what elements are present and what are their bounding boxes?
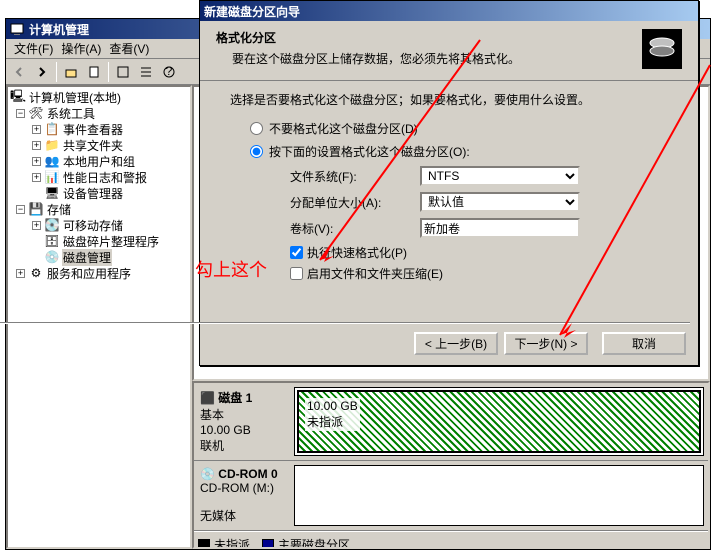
disk-icon: 💿 (44, 249, 60, 265)
expand-icon[interactable]: + (32, 125, 41, 134)
expand-icon[interactable]: + (32, 173, 41, 182)
removable-icon: 💽 (44, 217, 60, 233)
storage-icon: 💾 (28, 201, 44, 217)
radio-no-format[interactable]: 不要格式化这个磁盘分区(D) (250, 120, 668, 137)
cdrom-icon: 💿 (200, 467, 215, 481)
expand-icon[interactable]: + (16, 269, 25, 278)
cancel-button[interactable]: 取消 (602, 332, 686, 355)
quick-format-row[interactable]: 执行快速格式化(P) (290, 244, 668, 261)
collapse-icon[interactable]: − (16, 205, 25, 214)
quick-format-checkbox[interactable] (290, 246, 303, 259)
expand-icon[interactable]: + (32, 157, 41, 166)
disk-1-segment[interactable]: 10.00 GB 未指派 (297, 390, 701, 453)
volume-label-input[interactable] (420, 218, 580, 238)
list-button[interactable] (135, 61, 157, 83)
back-button[interactable]: < 上一步(B) (414, 332, 498, 355)
menu-view[interactable]: 查看(V) (105, 38, 153, 59)
tree-root[interactable]: 🖳计算机管理(本地) (10, 89, 188, 105)
tree-perf-logs[interactable]: +📊性能日志和警报 (10, 169, 188, 185)
compress-checkbox[interactable] (290, 267, 303, 280)
app-icon (9, 21, 25, 37)
alloc-select[interactable]: 默认值 (420, 192, 580, 212)
forward-button[interactable] (31, 61, 53, 83)
back-button[interactable] (8, 61, 30, 83)
new-partition-wizard-dialog: 新建磁盘分区向导 格式化分区 要在这个磁盘分区上储存数据，您必须先将其格式化。 … (199, 0, 699, 366)
radio-yes-format[interactable]: 按下面的设置格式化这个磁盘分区(O): (250, 143, 668, 160)
tools-icon: 🛠 (28, 105, 44, 121)
event-icon: 📋 (44, 121, 60, 137)
expand-icon[interactable]: + (32, 221, 41, 230)
svg-text:?: ? (166, 65, 173, 78)
filesystem-select[interactable]: NTFS (420, 166, 580, 186)
annotation-text: 勾上这个 (195, 256, 267, 282)
tree-device-mgr[interactable]: 🖥设备管理器 (10, 185, 188, 201)
menu-file[interactable]: 文件(F) (10, 38, 57, 59)
radio-no-format-input[interactable] (250, 122, 263, 135)
next-button[interactable]: 下一步(N) > (504, 332, 588, 355)
alloc-row: 分配单位大小(A): 默认值 (290, 192, 668, 212)
defrag-icon: 🗄 (44, 233, 60, 249)
legend-unalloc-box (198, 539, 210, 550)
dialog-body: 选择是否要格式化这个磁盘分区；如果要格式化，要使用什么设置。 不要格式化这个磁盘… (200, 81, 698, 296)
up-button[interactable] (60, 61, 82, 83)
dialog-buttons: < 上一步(B) 下一步(N) > 取消 (414, 332, 686, 355)
disk-1-row[interactable]: ⬛ 磁盘 1 基本 10.00 GB 联机 10.00 GB 未指派 (194, 383, 708, 461)
properties-button[interactable] (83, 61, 105, 83)
refresh-button[interactable] (112, 61, 134, 83)
cdrom-row[interactable]: 💿 CD-ROM 0 CD-ROM (M:) 无媒体 (194, 461, 708, 531)
device-icon: 🖥 (44, 185, 60, 201)
folder-icon: 📁 (44, 137, 60, 153)
disk-wizard-icon (642, 29, 682, 69)
disk-1-graphic[interactable]: 10.00 GB 未指派 (294, 387, 704, 456)
legend-primary-box (262, 539, 274, 550)
cdrom-graphic[interactable] (294, 465, 704, 526)
disk-1-info: ⬛ 磁盘 1 基本 10.00 GB 联机 (198, 387, 294, 456)
dialog-subheading: 要在这个磁盘分区上储存数据，您必须先将其格式化。 (232, 50, 642, 67)
help-button[interactable]: ? (158, 61, 180, 83)
menu-action[interactable]: 操作(A) (57, 38, 105, 59)
radio-yes-format-input[interactable] (250, 145, 263, 158)
tree-pane[interactable]: 🖳计算机管理(本地) −🛠系统工具 +📋事件查看器 +📁共享文件夹 +👥本地用户… (6, 85, 192, 549)
tree-services[interactable]: +⚙服务和应用程序 (10, 265, 188, 281)
dialog-title: 新建磁盘分区向导 (204, 3, 300, 20)
tree-local-users[interactable]: +👥本地用户和组 (10, 153, 188, 169)
computer-icon: 🖳 (10, 89, 26, 105)
cdrom-info: 💿 CD-ROM 0 CD-ROM (M:) 无媒体 (198, 465, 294, 526)
users-icon: 👥 (44, 153, 60, 169)
filesystem-row: 文件系统(F): NTFS (290, 166, 668, 186)
disk-panel: ⬛ 磁盘 1 基本 10.00 GB 联机 10.00 GB 未指派 (192, 381, 710, 549)
tree-storage[interactable]: −💾存储 (10, 201, 188, 217)
dialog-titlebar[interactable]: 新建磁盘分区向导 (200, 1, 698, 21)
tree-defrag[interactable]: 🗄磁盘碎片整理程序 (10, 233, 188, 249)
services-icon: ⚙ (28, 265, 44, 281)
perf-icon: 📊 (44, 169, 60, 185)
legend: 未指派 主要磁盘分区 (194, 531, 708, 549)
volume-label-row: 卷标(V): (290, 218, 668, 238)
tree-removable[interactable]: +💽可移动存储 (10, 217, 188, 233)
compress-row[interactable]: 启用文件和文件夹压缩(E) (290, 265, 668, 282)
dialog-heading: 格式化分区 (216, 29, 642, 46)
tree-event-viewer[interactable]: +📋事件查看器 (10, 121, 188, 137)
expand-icon[interactable]: + (32, 141, 41, 150)
collapse-icon[interactable]: − (16, 109, 25, 118)
disk-icon: ⬛ (200, 391, 215, 405)
tree-system-tools[interactable]: −🛠系统工具 (10, 105, 188, 121)
tree-shared-folders[interactable]: +📁共享文件夹 (10, 137, 188, 153)
dialog-header: 格式化分区 要在这个磁盘分区上储存数据，您必须先将其格式化。 (200, 21, 698, 81)
dialog-instruction: 选择是否要格式化这个磁盘分区；如果要格式化，要使用什么设置。 (230, 91, 668, 108)
tree-diskmgmt[interactable]: 💿磁盘管理 (10, 249, 188, 265)
